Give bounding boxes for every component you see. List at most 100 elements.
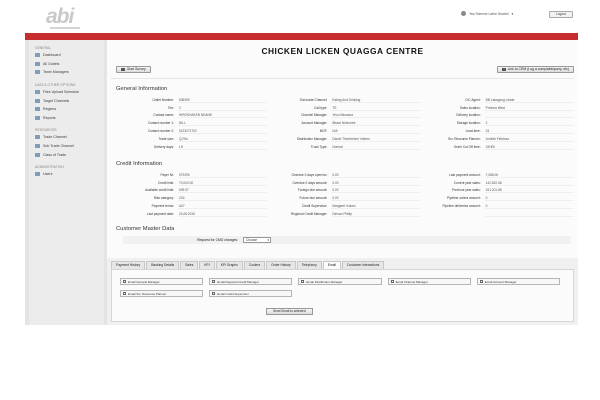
chevron-down-icon: ▾ <box>511 11 514 16</box>
field-label: Lead-time: <box>465 129 481 134</box>
email-option[interactable]: Email Srv. Resource Planner <box>120 290 204 297</box>
field-value: 972290 <box>178 172 268 178</box>
sidebar-item-reports[interactable]: Reports <box>29 114 104 123</box>
field-value: LH <box>178 144 268 150</box>
credit-field: Last payment date: 24.08.2015 <box>116 210 268 218</box>
checkbox[interactable] <box>123 292 126 295</box>
general-field: Srv. Resource Planner: Jenifah Fetshwa <box>423 135 574 143</box>
credit-field: Last payment amount: 7,086.06 <box>423 171 574 179</box>
email-option-label: Email Account Manager <box>484 279 517 284</box>
crm-link-button[interactable]: Link to CRM (Log a complaint/query, etc) <box>496 66 574 73</box>
field-value: Margaret Vukosi <box>331 203 421 210</box>
start-survey-button[interactable]: Start Survey <box>116 66 151 73</box>
email-option[interactable]: Email Account Manager <box>476 278 560 285</box>
link-icon <box>501 67 506 71</box>
field-label: Distribution Manager: <box>297 136 328 141</box>
checkbox[interactable] <box>212 292 216 295</box>
tab-payment-history[interactable]: Payment History <box>111 261 146 269</box>
checkbox[interactable] <box>212 280 216 283</box>
field-label: Previous year sales: <box>451 188 481 193</box>
checkbox[interactable] <box>479 280 483 283</box>
field-label: Pipeline deliveries amount: <box>442 204 481 209</box>
outlets-icon <box>35 61 40 66</box>
checkbox[interactable] <box>390 280 394 283</box>
general-field: Contact number 1: NILL <box>116 119 268 127</box>
user-icon <box>461 11 466 16</box>
general-field: Trade size: Q-Fits <box>116 135 268 143</box>
sidebar-item-files-upload[interactable]: Files Upload Schedule <box>29 88 104 97</box>
email-options: Email General Manager Email Regional Cred… <box>120 278 560 297</box>
sidebar-item-class-of-trade[interactable]: Class of Trade <box>29 150 104 159</box>
logo-underline <box>50 27 80 29</box>
field-label: Last payment amount: <box>449 172 481 177</box>
field-value: Eating And Drinking <box>331 97 421 103</box>
credit-field: Previous year sales: 151,201.86 <box>423 187 574 195</box>
sidebar-item-target-channels[interactable]: Target Channels <box>29 96 104 105</box>
email-option[interactable]: Email General Manager <box>120 278 204 285</box>
start-survey-label: Start Survey <box>127 67 146 71</box>
field-value <box>484 211 574 217</box>
sidebar-item-regions[interactable]: Regions <box>29 105 104 114</box>
logout-button[interactable]: Logout <box>549 11 573 18</box>
email-option-label: Email Distribution Manager <box>306 279 343 284</box>
checkbox[interactable] <box>301 280 305 283</box>
channel-icon <box>35 135 40 140</box>
general-field: Call type: TS <box>269 104 421 112</box>
send-email-button[interactable]: Send Email to selected <box>266 308 313 315</box>
credit-field: Payment terms: A07 <box>116 202 268 210</box>
sidebar-item-label: Team Managers <box>43 70 69 75</box>
sidebar-item-label: Class of Trade <box>43 152 67 157</box>
field-value: 15H00 <box>484 144 574 150</box>
field-label: Sub-trade Channel: <box>299 97 328 102</box>
tab-order-history[interactable]: Order History <box>266 261 296 269</box>
tab-banking-details[interactable]: Banking Details <box>146 261 180 269</box>
general-field: Truck Type: Normal <box>269 143 421 151</box>
credit-field: Pipeline deliveries amount: 0 <box>423 202 574 210</box>
sidebar-item-team-managers[interactable]: Team Managers <box>29 68 104 77</box>
tab-coolers[interactable]: Coolers <box>243 261 266 269</box>
user-name: Yes Science Lathe Sealed <box>469 11 509 16</box>
tab-sales[interactable]: Sales <box>180 261 199 269</box>
general-field: Channel Manager: Yeuu Nkosana <box>269 112 421 120</box>
tab-customer-interactions[interactable]: Customer Interactions <box>342 261 385 269</box>
email-option[interactable]: Email Regional Credit Manager <box>209 278 293 285</box>
sidebar-item-dashboard[interactable]: Dashboard <box>29 51 104 60</box>
dashboard-icon <box>35 53 40 58</box>
sidebar-item-sub-trade-channel[interactable]: Sub Trade Channel <box>29 142 104 151</box>
field-label: CIC Agent: <box>465 97 481 102</box>
cmd-label: Request for CMD changes: <box>197 238 238 242</box>
sidebar-item-all-outlets[interactable]: All Outlets <box>29 60 104 69</box>
field-value: 2 <box>178 105 268 111</box>
general-field: Delivery days: LH <box>116 143 268 151</box>
field-value: 70,000.00 <box>178 180 268 186</box>
field-label: Account Manager: <box>301 121 328 126</box>
field-label: Contact name: <box>153 113 174 118</box>
field-label: Last payment date: <box>146 211 174 216</box>
cmd-title: Customer Master Data <box>116 226 175 232</box>
field-value: Normal <box>331 144 421 150</box>
tab-kpi[interactable]: KPI <box>199 261 215 269</box>
sidebar-item-label: Users <box>43 172 53 177</box>
general-field: Distribution Manager: Daniel Thembeleni V… <box>269 135 421 143</box>
cmd-select[interactable]: Choose ▾ <box>243 237 271 243</box>
sidebar-item-users[interactable]: Users <box>29 170 104 179</box>
field-value: Jenifah Fetshwa <box>484 136 574 142</box>
tab-kpi-graphs[interactable]: KPI Graphs <box>215 261 243 269</box>
credit-field <box>423 210 574 218</box>
credit-field: Pipeline orders amount: 0 <box>423 194 574 202</box>
email-option[interactable]: Email Channel Manager <box>387 278 471 285</box>
red-top-bar <box>25 33 578 40</box>
field-label: Sales location: <box>459 105 481 110</box>
tab-telephony[interactable]: Telephony <box>296 261 322 269</box>
credit-field: Credit Supervisor: Margaret Vukosi <box>269 202 421 210</box>
general-field: Contact name: HIROSHAKEB NDANE <box>116 112 268 120</box>
checkbox[interactable] <box>123 280 126 283</box>
email-option[interactable]: Email Credit Supervisor <box>209 290 293 297</box>
sidebar-item-trade-channel[interactable]: Trade Channel <box>29 133 104 142</box>
user-menu[interactable]: Yes Science Lathe Sealed ▾ <box>461 11 513 16</box>
email-option[interactable]: Email Distribution Manager <box>298 278 382 285</box>
general-field: Delivery location: <box>423 112 574 120</box>
email-option-label: Email General Manager <box>128 279 160 284</box>
general-field: Lead-time: 24 <box>423 127 574 135</box>
email-tab-panel: Email General Manager Email Regional Cred… <box>111 269 574 322</box>
